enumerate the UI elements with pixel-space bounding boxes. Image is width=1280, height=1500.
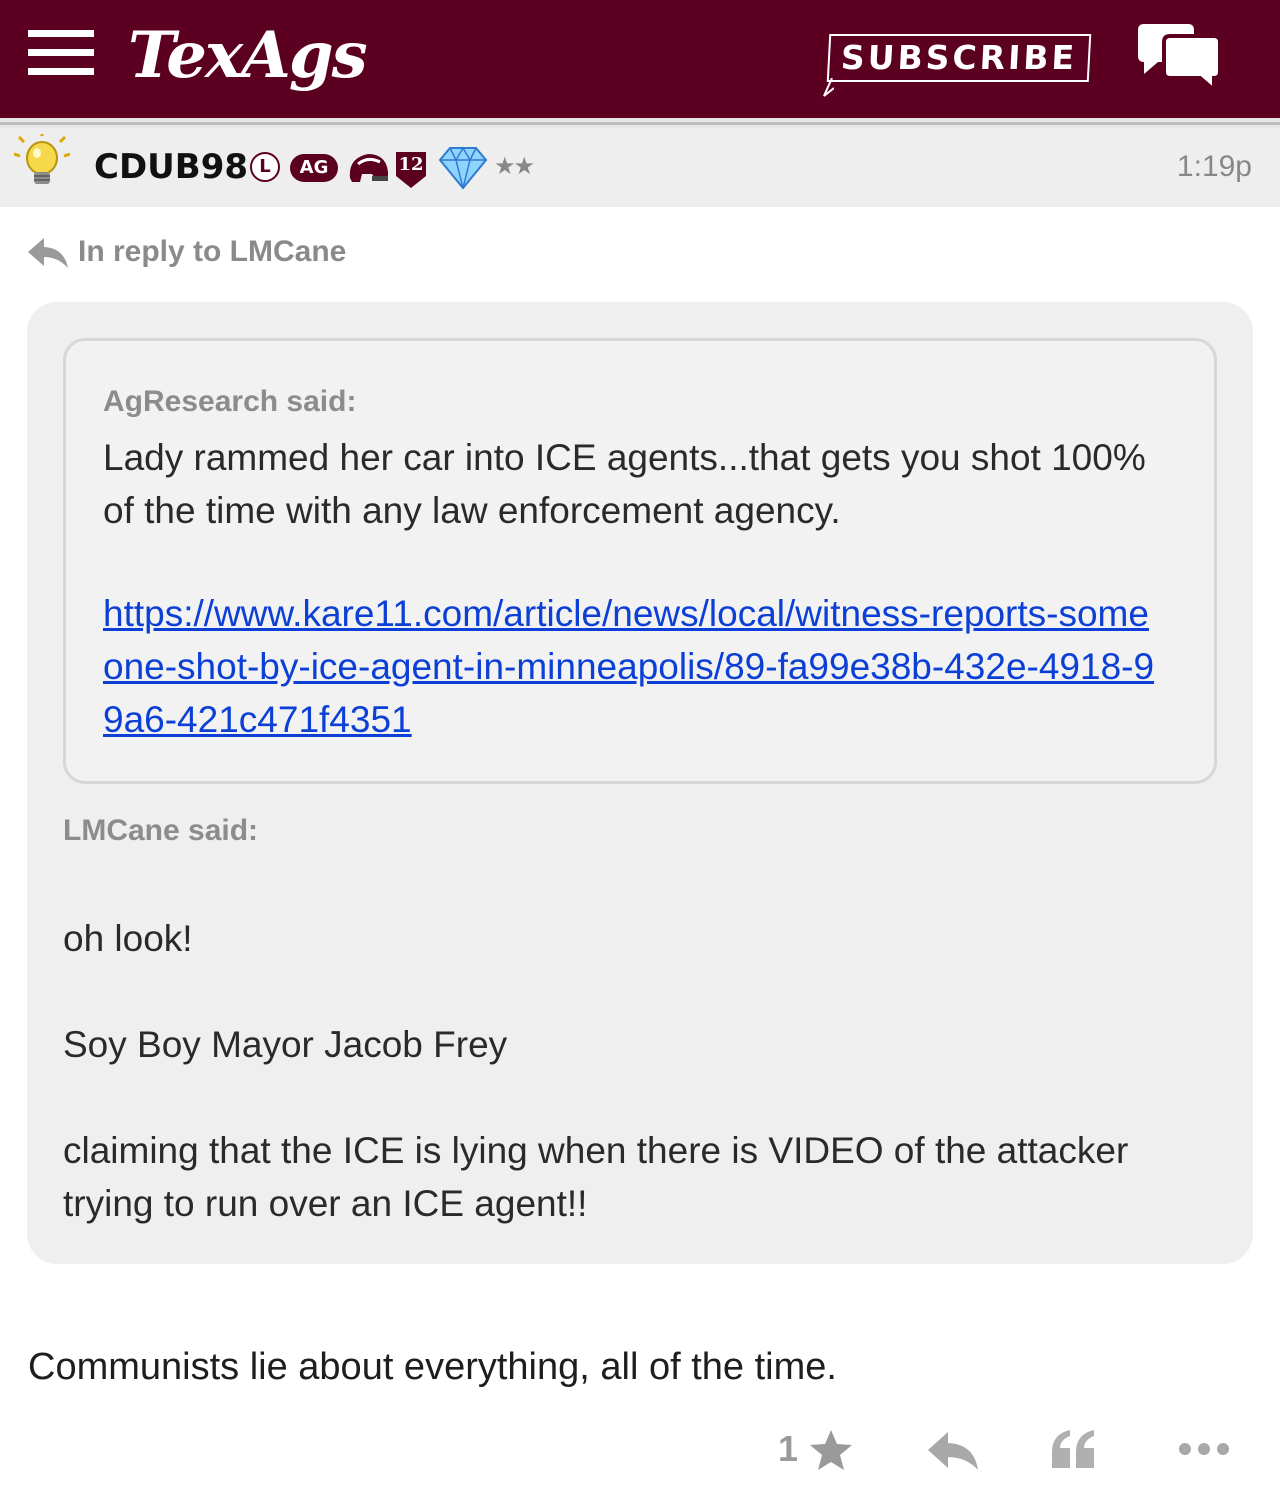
rating-stars: ★★	[494, 152, 535, 180]
star-icon[interactable]	[808, 1428, 854, 1472]
lightbulb-icon	[14, 134, 70, 184]
like-count: 1	[778, 1428, 799, 1469]
quote-paragraph: Soy Boy Mayor Jacob Frey	[63, 1024, 508, 1065]
reply-to-label: In reply to LMCane	[78, 235, 347, 268]
nested-quote-text: Lady rammed her car into ICE agents...th…	[103, 437, 1146, 531]
post-header: CDUB98 L AG 12 ★★ 1:19p	[0, 128, 1280, 207]
header-divider	[0, 118, 1280, 128]
quote-paragraph: oh look!	[63, 918, 193, 959]
quote-paragraph: claiming that the ICE is lying when ther…	[63, 1130, 1129, 1224]
reply-icon[interactable]	[928, 1430, 978, 1472]
hamburger-menu-icon[interactable]	[28, 30, 94, 76]
helmet-badge-icon	[349, 154, 388, 182]
subscribe-button[interactable]: SUBSCRIBE	[826, 34, 1092, 82]
diamond-icon	[438, 146, 488, 190]
quote-icon[interactable]	[1050, 1428, 1098, 1470]
more-options-icon[interactable]	[1178, 1442, 1230, 1456]
article-link[interactable]: https://www.kare11.com/article/news/loca…	[103, 587, 1163, 746]
badge-12-label: 12	[398, 154, 424, 175]
chat-bubbles-icon[interactable]	[1134, 22, 1224, 94]
quote-author: LMCane said:	[63, 814, 259, 847]
reply-arrow-icon	[28, 238, 68, 268]
texags-logo[interactable]: TexAgs	[128, 18, 368, 94]
nested-quote-author: AgResearch said:	[103, 385, 357, 418]
post-body-text: Communists lie about everything, all of …	[28, 1346, 837, 1388]
quote-block: AgResearch said: Lady rammed her car int…	[27, 302, 1253, 1264]
username-link[interactable]: CDUB98	[94, 146, 248, 188]
post-timestamp: 1:19p	[1176, 150, 1252, 183]
badge-l: L	[250, 152, 280, 182]
badge-12th-man: 12	[394, 150, 428, 190]
nested-quote-block: AgResearch said: Lady rammed her car int…	[63, 338, 1217, 784]
badge-ag: AG	[290, 154, 338, 182]
top-navigation-bar: TexAgs SUBSCRIBE	[0, 0, 1280, 118]
